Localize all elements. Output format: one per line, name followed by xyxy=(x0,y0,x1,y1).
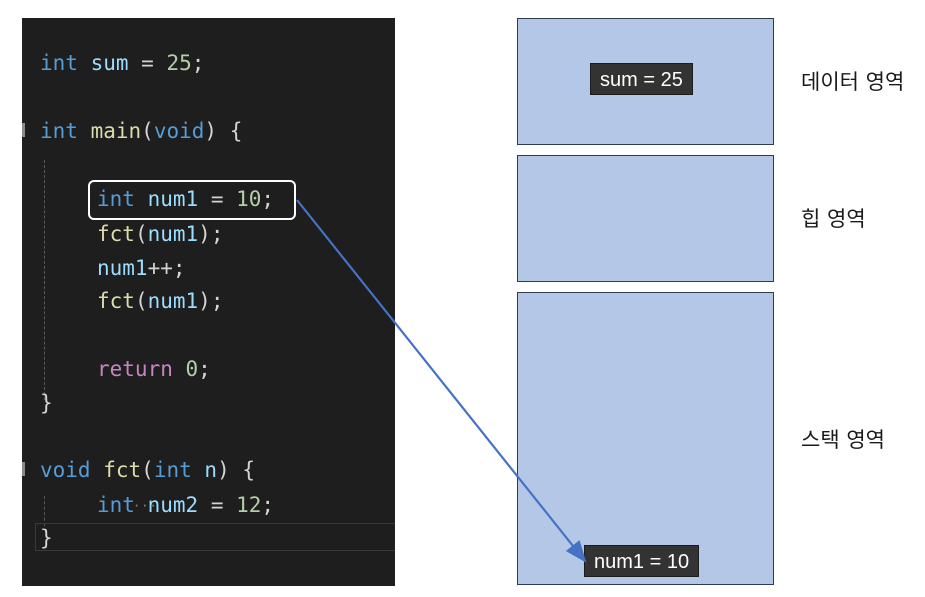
arrow-line xyxy=(296,199,587,563)
allocation-arrow xyxy=(296,199,587,563)
